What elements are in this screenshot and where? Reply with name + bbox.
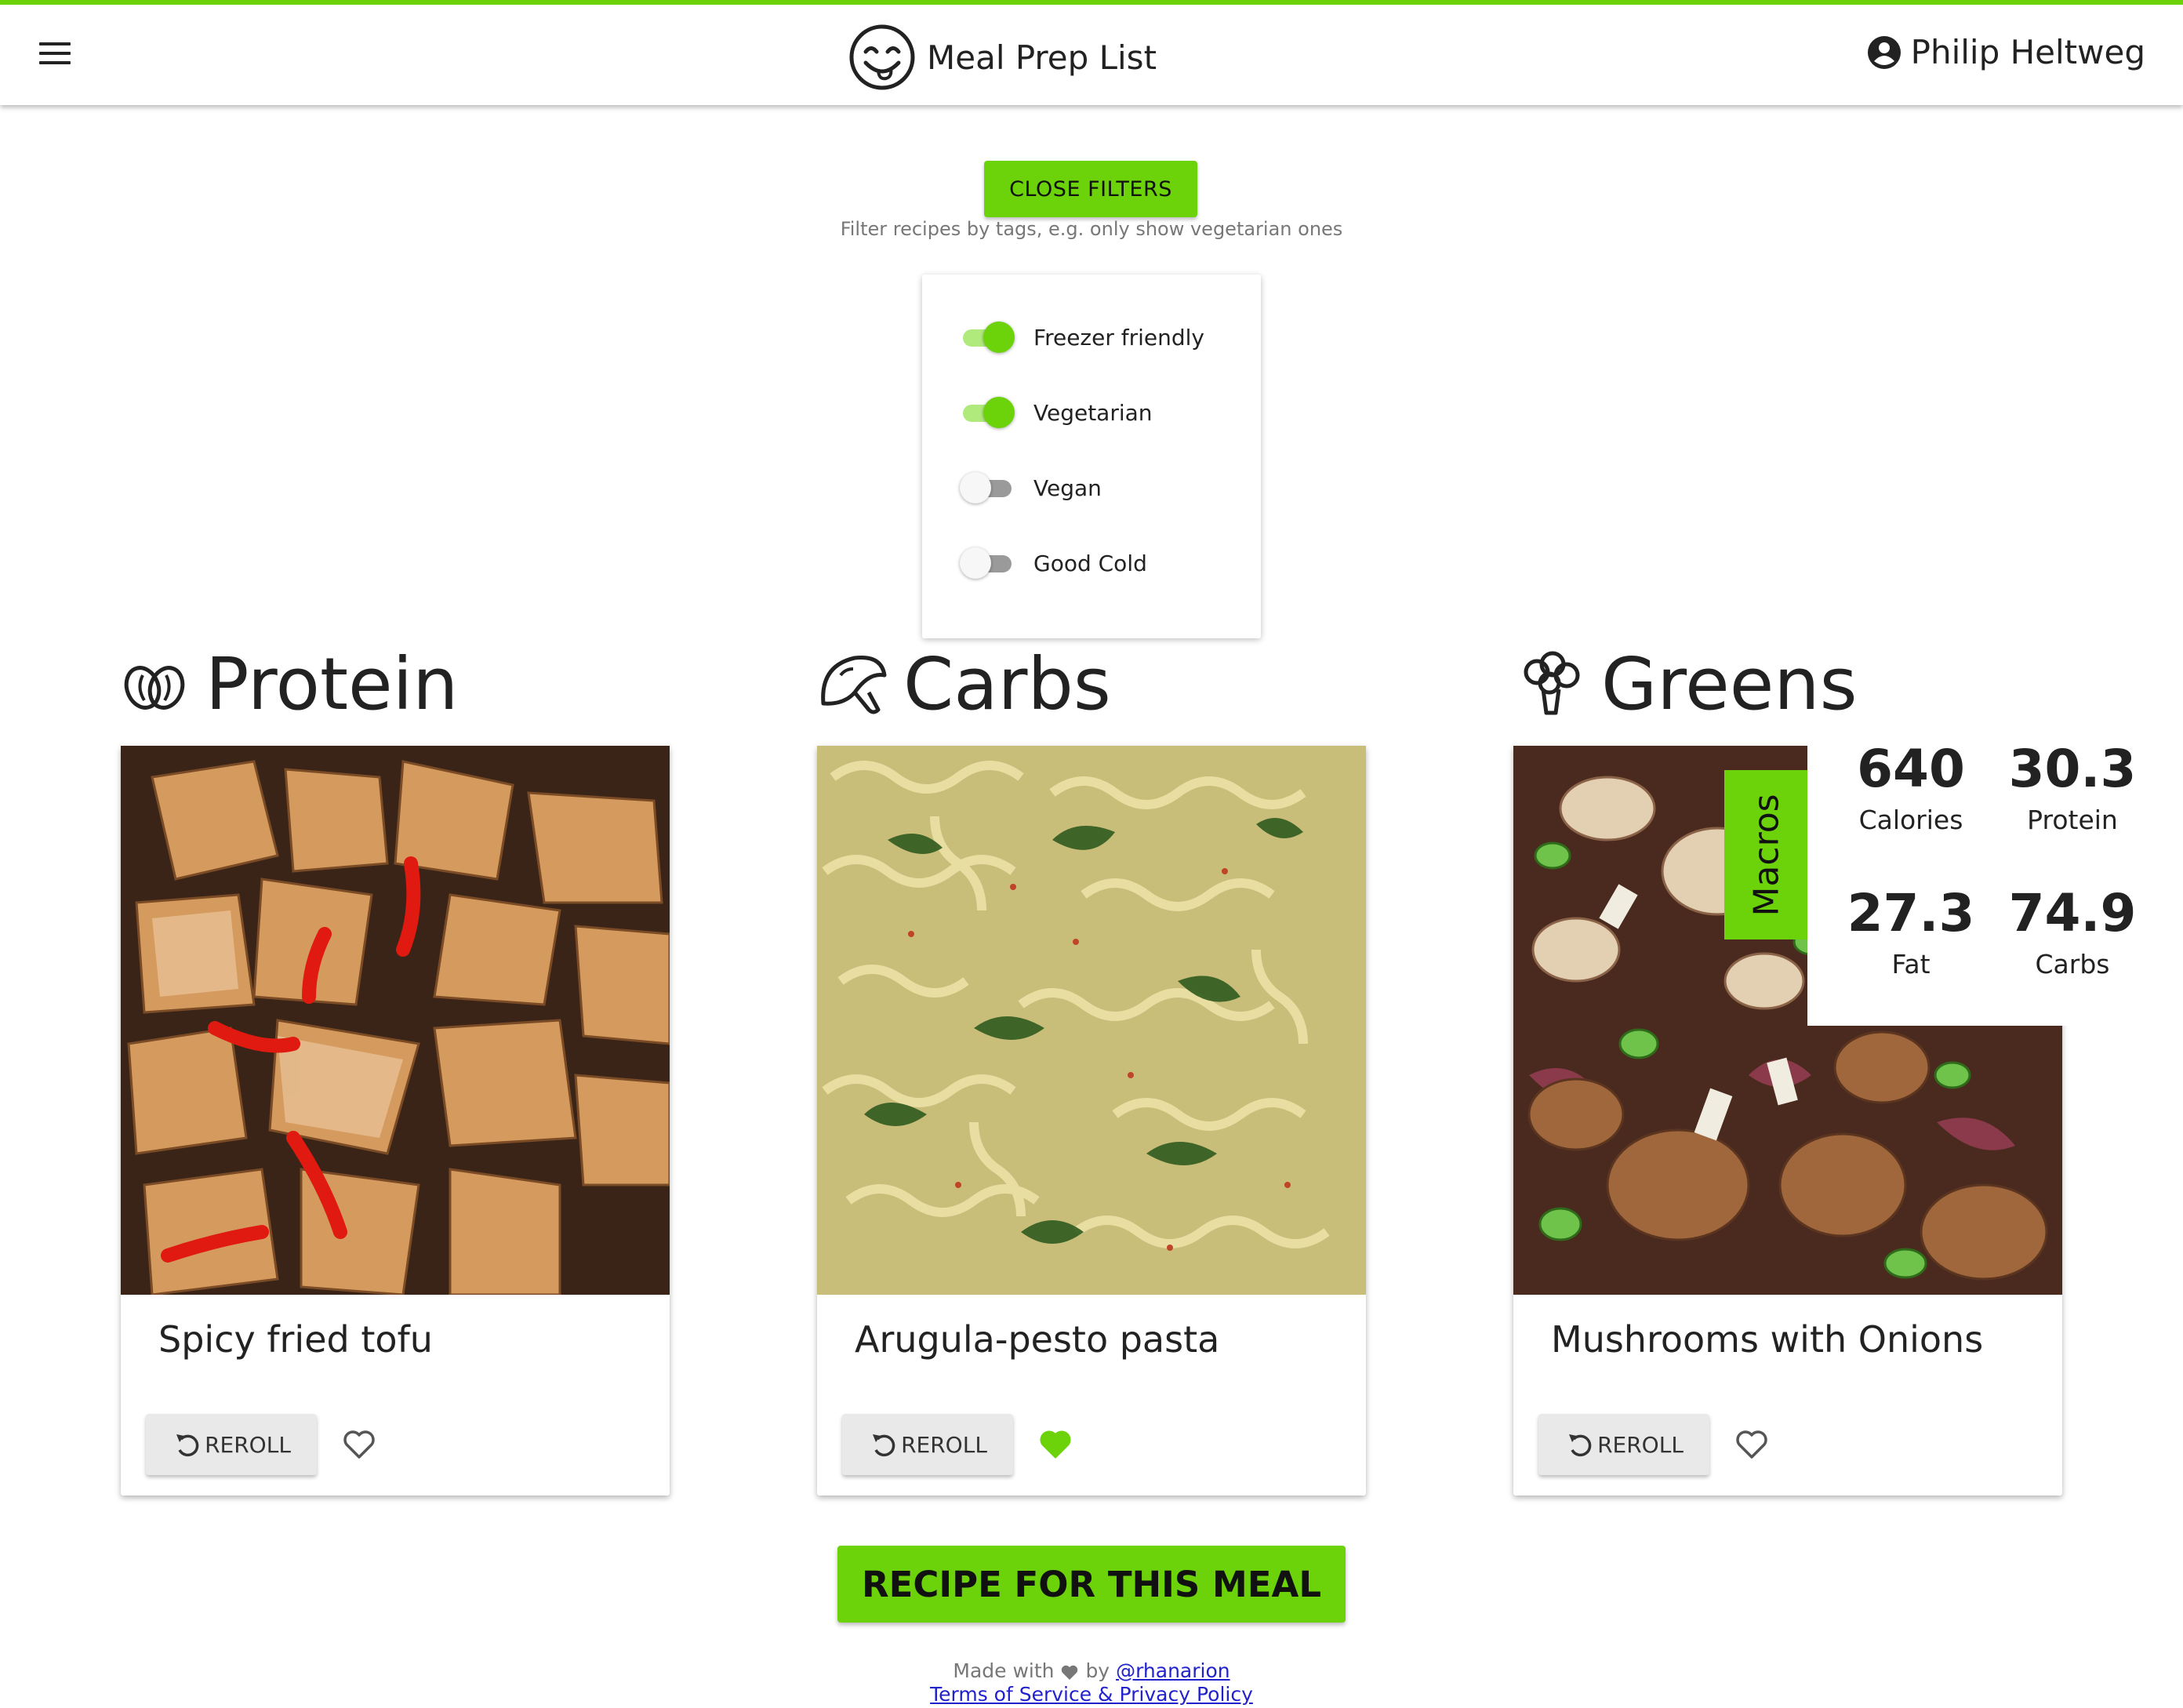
made-with-text: Made with bbox=[953, 1659, 1055, 1682]
macro-label: Calories bbox=[1858, 805, 1963, 835]
recipe-for-this-meal-button[interactable]: RECIPE FOR THIS MEAL bbox=[837, 1546, 1346, 1623]
reroll-button[interactable]: REROLL bbox=[1538, 1414, 1709, 1475]
broccoli-icon bbox=[1524, 651, 1580, 715]
column-title: Carbs bbox=[903, 641, 1111, 726]
reroll-button[interactable]: REROLL bbox=[842, 1414, 1013, 1475]
macro-label: Carbs bbox=[2035, 949, 2110, 979]
refresh-icon bbox=[1569, 1434, 1592, 1457]
brand[interactable]: Meal Prep List bbox=[848, 24, 1157, 91]
menu-icon[interactable] bbox=[39, 42, 71, 69]
author-link[interactable]: @rhanarion bbox=[1116, 1659, 1230, 1682]
macro-protein: 30.3 Protein bbox=[1994, 739, 2151, 836]
by-text: by bbox=[1085, 1659, 1110, 1682]
column-title: Protein bbox=[205, 641, 459, 726]
app-bar: Meal Prep List Philip Heltweg bbox=[0, 0, 2183, 105]
tag-label: Freezer friendly bbox=[1033, 324, 1204, 351]
toggle-switch[interactable] bbox=[960, 318, 1015, 356]
macro-value: 74.9 bbox=[2008, 883, 2137, 943]
macro-value: 640 bbox=[1857, 739, 1965, 799]
tag-label: Good Cold bbox=[1033, 550, 1147, 576]
recipe-name: Mushrooms with Onions bbox=[1551, 1318, 1984, 1361]
macros-panel: 640 Calories 30.3 Protein 27.3 Fat 74.9 … bbox=[1807, 714, 2183, 1026]
reroll-label: REROLL bbox=[1597, 1431, 1684, 1458]
favorite-filled-icon[interactable] bbox=[1038, 1428, 1073, 1459]
toggle-switch[interactable] bbox=[960, 469, 1015, 507]
refresh-icon bbox=[873, 1434, 895, 1457]
toggle-switch[interactable] bbox=[960, 544, 1015, 582]
tag-toggle-freezer-friendly[interactable]: Freezer friendly bbox=[960, 318, 1204, 356]
tag-label: Vegan bbox=[1033, 474, 1102, 501]
footer: Made with by @rhanarion Terms of Service… bbox=[0, 1659, 2183, 1706]
greens-heading: Greens bbox=[1515, 637, 1858, 731]
tag-label: Vegetarian bbox=[1033, 399, 1153, 426]
tag-toggle-vegan[interactable]: Vegan bbox=[960, 469, 1102, 507]
protein-heading: Protein bbox=[119, 637, 459, 731]
tag-toggle-vegetarian[interactable]: Vegetarian bbox=[960, 394, 1153, 431]
macro-value: 27.3 bbox=[1847, 883, 1975, 943]
macro-fat: 27.3 Fat bbox=[1832, 883, 1989, 980]
close-filters-button[interactable]: CLOSE FILTERS bbox=[984, 161, 1197, 217]
account-circle-icon bbox=[1867, 35, 1901, 69]
app-title: Meal Prep List bbox=[927, 38, 1157, 77]
filter-hint: Filter recipes by tags, e.g. only show v… bbox=[840, 218, 1343, 240]
tofu-photo bbox=[121, 746, 670, 1295]
recipe-name: Spicy fried tofu bbox=[158, 1318, 433, 1361]
macro-label: Fat bbox=[1891, 949, 1931, 979]
favorite-outline-icon[interactable] bbox=[342, 1428, 376, 1459]
macro-carbs: 74.9 Carbs bbox=[1994, 883, 2151, 980]
macro-label: Protein bbox=[2027, 805, 2118, 835]
tag-toggle-good-cold[interactable]: Good Cold bbox=[960, 544, 1147, 582]
mushroom-icon bbox=[821, 655, 887, 714]
macro-calories: 640 Calories bbox=[1832, 739, 1989, 836]
recipe-photo[interactable] bbox=[121, 746, 670, 1295]
recipe-photo[interactable] bbox=[817, 746, 1366, 1295]
recipe-card-carbs: Arugula-pesto pasta REROLL bbox=[817, 746, 1366, 1495]
refresh-icon bbox=[176, 1434, 199, 1457]
filter-panel: Freezer friendly Vegetarian Vegan Good C… bbox=[922, 274, 1261, 638]
terms-privacy-link[interactable]: Terms of Service & Privacy Policy bbox=[930, 1683, 1253, 1706]
carbs-heading: Carbs bbox=[817, 637, 1111, 731]
reroll-button[interactable]: REROLL bbox=[146, 1414, 317, 1475]
user-menu[interactable]: Philip Heltweg bbox=[1867, 33, 2145, 71]
pasta-photo bbox=[817, 746, 1366, 1295]
smiley-logo-icon bbox=[849, 24, 915, 90]
macros-tab-label: Macros bbox=[1746, 793, 1787, 917]
beans-icon bbox=[124, 666, 185, 710]
reroll-label: REROLL bbox=[205, 1431, 291, 1458]
macro-value: 30.3 bbox=[2008, 739, 2137, 799]
recipe-card-protein: Spicy fried tofu REROLL bbox=[121, 746, 670, 1495]
reroll-label: REROLL bbox=[901, 1431, 987, 1458]
heart-icon bbox=[1062, 1665, 1078, 1680]
toggle-switch[interactable] bbox=[960, 394, 1015, 431]
recipe-name: Arugula-pesto pasta bbox=[855, 1318, 1220, 1361]
favorite-outline-icon[interactable] bbox=[1734, 1428, 1769, 1459]
macros-tab[interactable]: Macros bbox=[1724, 770, 1809, 939]
user-name: Philip Heltweg bbox=[1910, 33, 2145, 71]
